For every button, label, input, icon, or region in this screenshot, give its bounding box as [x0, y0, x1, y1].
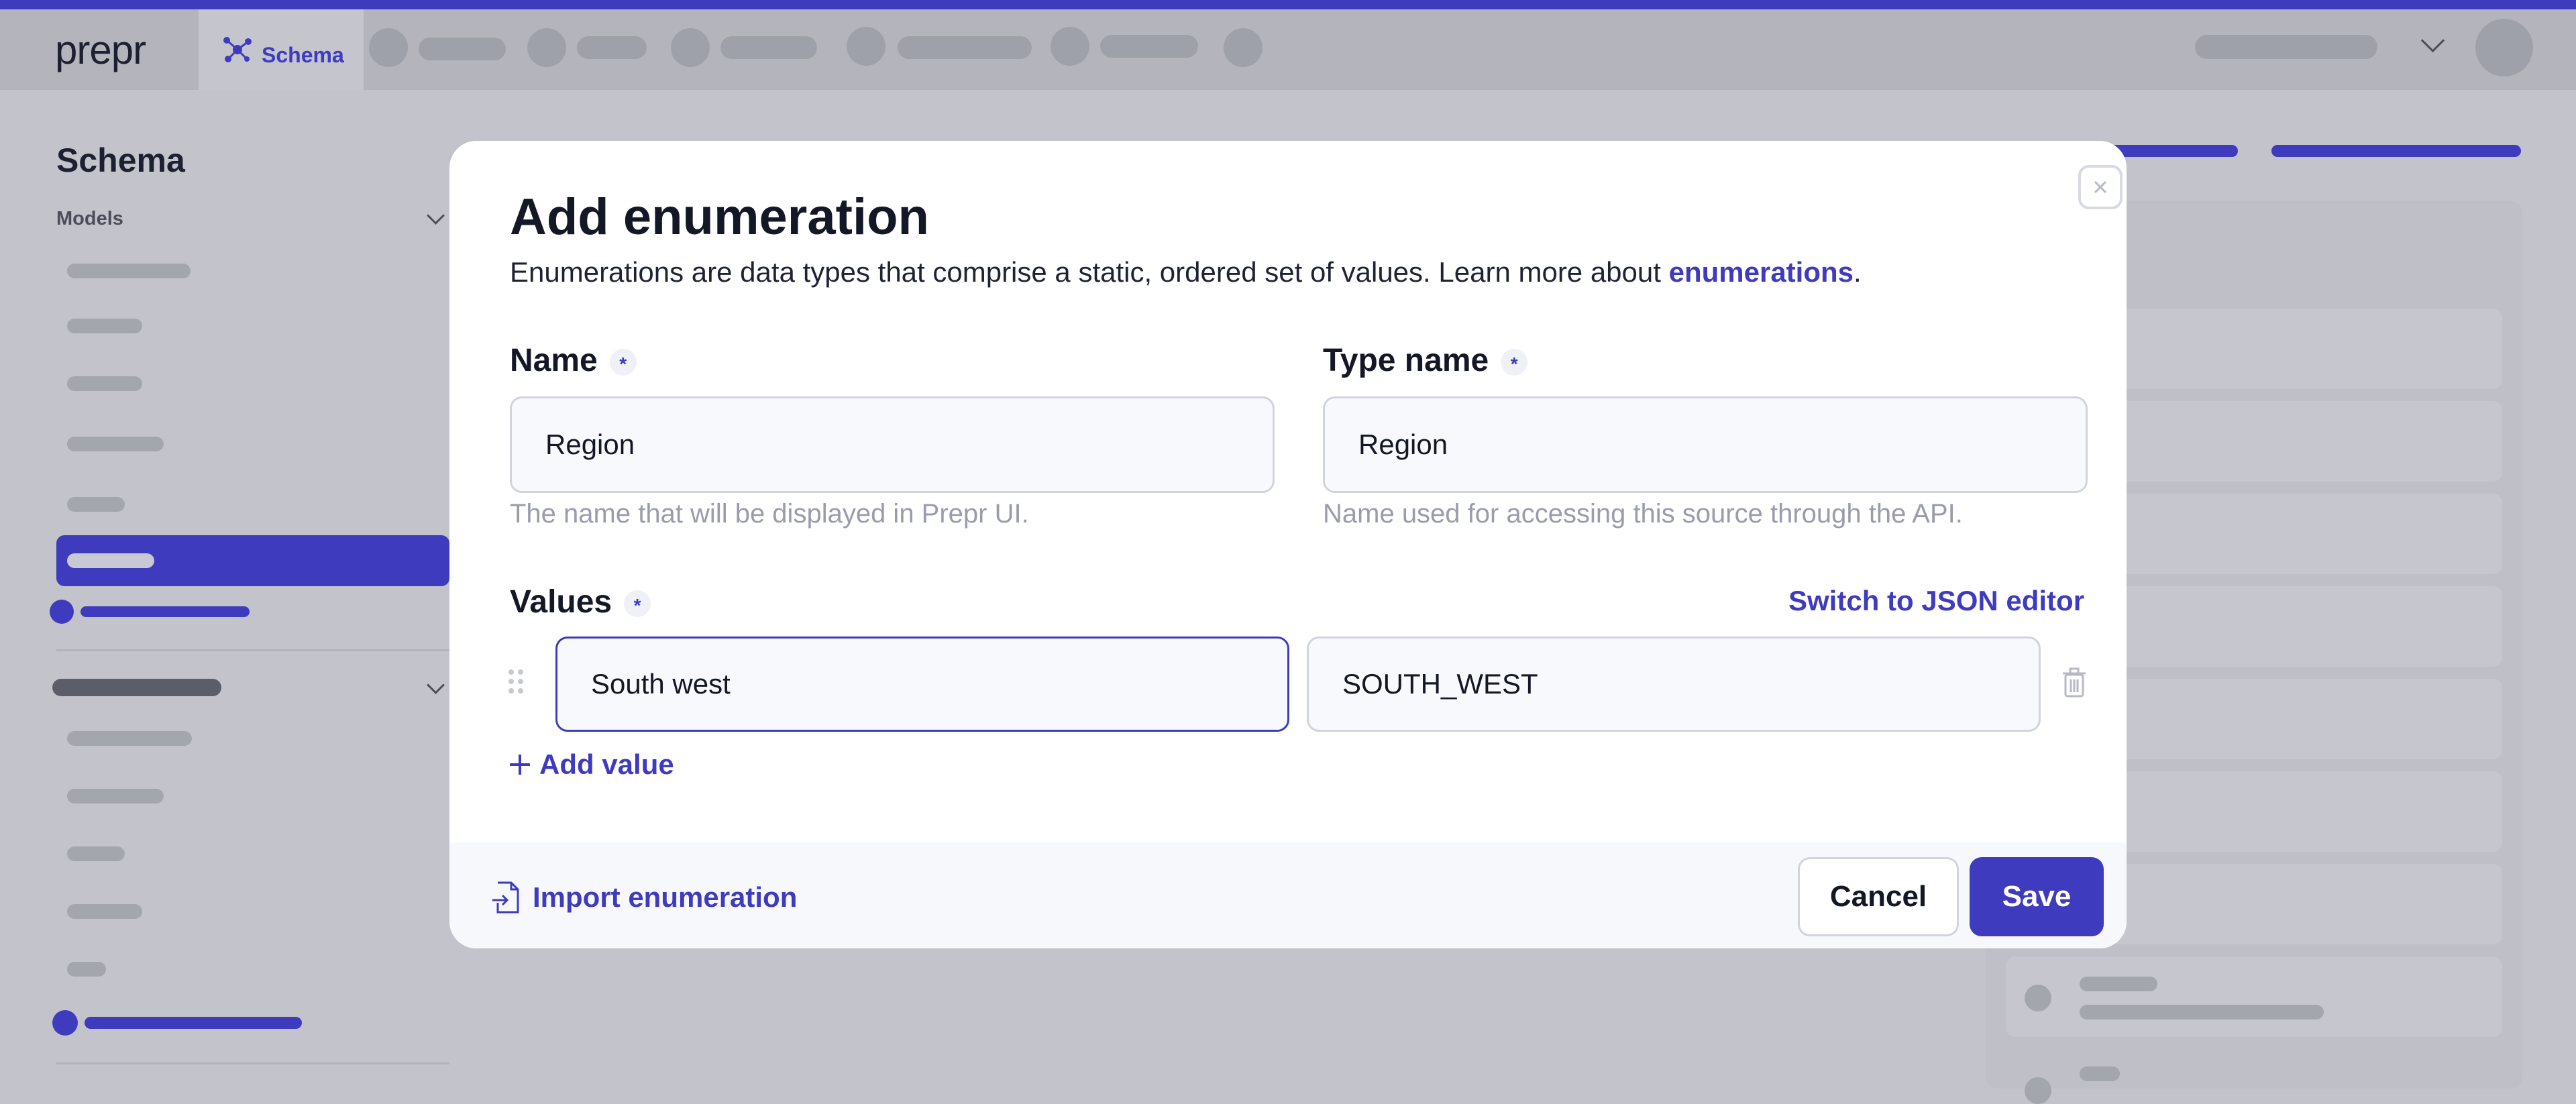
- sidebar-divider: [56, 1062, 449, 1064]
- nav-placeholder-icon[interactable]: [671, 28, 710, 67]
- list-item-subtitle: [2080, 1005, 2324, 1019]
- switch-to-json-editor-link[interactable]: Switch to JSON editor: [1788, 585, 2084, 617]
- dialog-title: Add enumeration: [510, 188, 929, 245]
- chevron-down-icon[interactable]: [427, 207, 445, 225]
- list-item[interactable]: [2006, 956, 2502, 1037]
- add-value-button[interactable]: Add value: [507, 749, 674, 781]
- list-item-icon: [2025, 985, 2051, 1011]
- type-name-hint: Name used for accessing this source thro…: [1323, 499, 1963, 529]
- cancel-button[interactable]: Cancel: [1798, 857, 1959, 936]
- name-label-text: Name: [510, 343, 598, 378]
- sidebar-item[interactable]: [67, 846, 125, 861]
- add-enumeration-dialog: Add enumeration Enumerations are data ty…: [449, 141, 2127, 948]
- account-placeholder[interactable]: [2195, 35, 2377, 59]
- name-field-label: Name *: [510, 342, 637, 379]
- dialog-description-text: Enumerations are data types that compris…: [510, 256, 1669, 288]
- sidebar-item-active-label: [67, 553, 154, 568]
- sidebar-link-placeholder[interactable]: [85, 1017, 302, 1029]
- nav-placeholder-icon[interactable]: [847, 27, 885, 66]
- sidebar-item[interactable]: [67, 376, 142, 391]
- sidebar-item[interactable]: [67, 319, 142, 333]
- sidebar-bullet: [50, 600, 74, 624]
- import-enumeration-button[interactable]: Import enumeration: [491, 880, 797, 915]
- sidebar-divider: [56, 649, 449, 651]
- sidebar-item[interactable]: [67, 789, 164, 804]
- sidebar-item[interactable]: [67, 731, 192, 746]
- list-item-title: [2080, 977, 2157, 991]
- prepr-logo[interactable]: prepr: [55, 27, 146, 73]
- top-accent-strip: [0, 0, 2576, 9]
- sidebar-section-header[interactable]: [52, 679, 221, 696]
- required-mark: *: [609, 349, 637, 376]
- schema-icon: [223, 37, 252, 62]
- import-enumeration-label: Import enumeration: [533, 881, 798, 913]
- sidebar-item[interactable]: [67, 437, 164, 451]
- sidebar-title: Schema: [56, 142, 185, 179]
- sidebar-bullet: [52, 1010, 78, 1036]
- name-hint: The name that will be displayed in Prepr…: [510, 499, 1029, 529]
- type-name-input[interactable]: Region: [1323, 396, 2088, 493]
- nav-placeholder-icon[interactable]: [369, 28, 408, 67]
- required-mark: *: [624, 590, 651, 618]
- trash-icon[interactable]: [2061, 667, 2088, 699]
- avatar[interactable]: [2475, 19, 2533, 76]
- sidebar-item[interactable]: [67, 264, 191, 278]
- sidebar-item[interactable]: [67, 962, 106, 977]
- sidebar-section-models[interactable]: Models: [56, 208, 123, 230]
- nav-placeholder-icon[interactable]: [1051, 27, 1089, 66]
- sidebar-item[interactable]: [67, 904, 142, 919]
- list-item-title: [2080, 1066, 2120, 1081]
- nav-placeholder-label[interactable]: [720, 36, 817, 59]
- sidebar-item[interactable]: [67, 497, 125, 512]
- drag-handle-icon[interactable]: [506, 668, 526, 695]
- dialog-description: Enumerations are data types that compris…: [510, 256, 1862, 288]
- type-name-field-label: Type name *: [1323, 342, 1528, 379]
- type-name-label-text: Type name: [1323, 343, 1489, 378]
- values-label-text: Values: [510, 584, 612, 620]
- nav-placeholder-label[interactable]: [419, 38, 506, 60]
- save-button[interactable]: Save: [1970, 857, 2104, 936]
- add-value-label: Add value: [539, 749, 674, 780]
- nav-placeholder-label[interactable]: [1100, 35, 1198, 58]
- name-input[interactable]: Region: [510, 396, 1275, 493]
- header-link-placeholder[interactable]: [2271, 145, 2521, 157]
- required-mark: *: [1501, 349, 1528, 376]
- chevron-down-icon[interactable]: [427, 676, 445, 694]
- nav-placeholder-label[interactable]: [898, 36, 1032, 59]
- sidebar-link-placeholder[interactable]: [80, 606, 250, 617]
- tab-schema-label: Schema: [262, 43, 344, 67]
- file-import-icon: [492, 881, 519, 914]
- nav-placeholder-icon[interactable]: [1224, 28, 1263, 67]
- close-icon: [2094, 180, 2107, 194]
- value-key-input[interactable]: SOUTH_WEST: [1307, 637, 2041, 732]
- tab-schema[interactable]: Schema: [199, 9, 364, 90]
- dialog-description-end: .: [1854, 256, 1862, 288]
- close-button[interactable]: [2078, 165, 2123, 209]
- nav-placeholder-icon[interactable]: [527, 28, 566, 67]
- value-label-input[interactable]: South west: [555, 637, 1289, 732]
- values-field-label: Values *: [510, 584, 651, 620]
- nav-placeholder-label[interactable]: [577, 36, 647, 59]
- enumerations-link[interactable]: enumerations: [1669, 256, 1854, 288]
- list-item-icon: [2025, 1077, 2051, 1104]
- plus-icon: [510, 755, 530, 775]
